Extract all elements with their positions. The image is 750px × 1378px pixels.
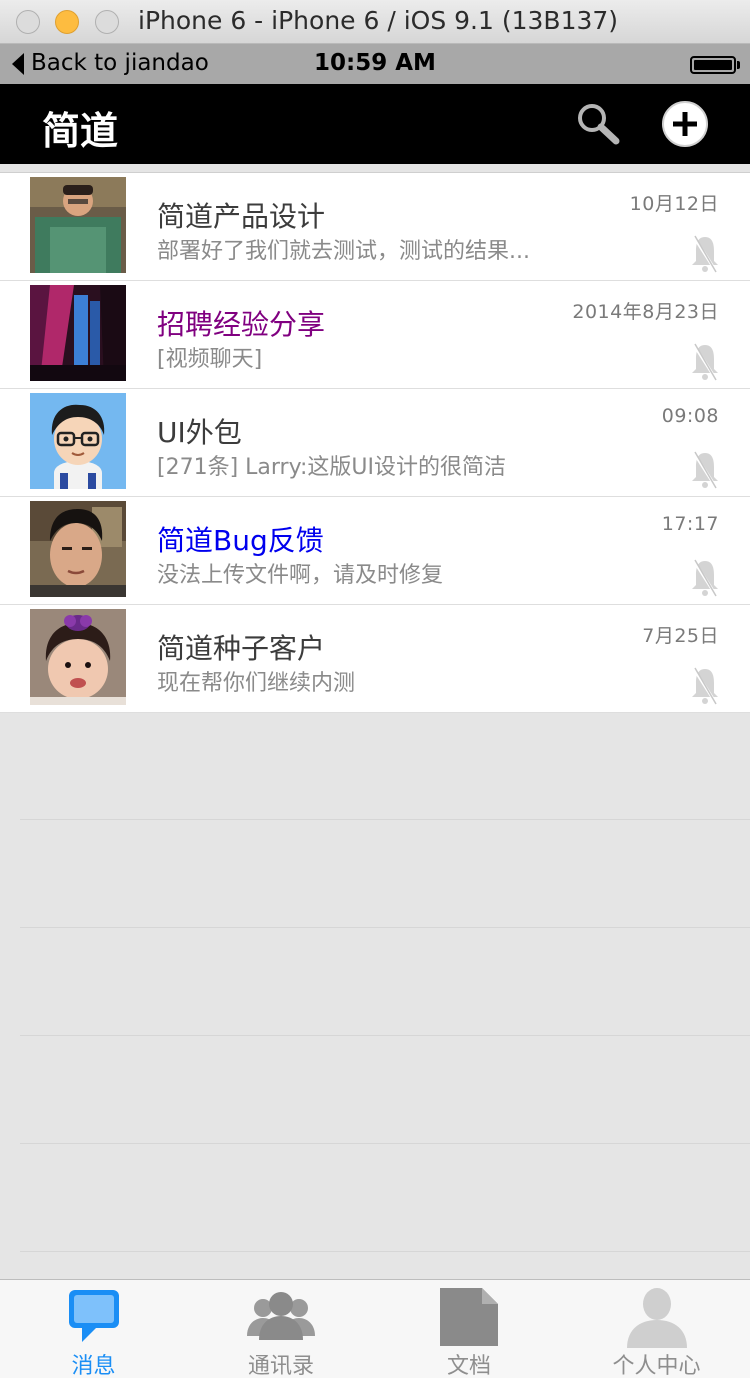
conversation-preview: [271条] Larry:这版UI设计的很简洁 xyxy=(157,455,507,480)
mute-bell-icon xyxy=(688,661,722,709)
empty-row-divider xyxy=(20,1035,750,1036)
document-icon xyxy=(375,1286,563,1348)
conversation-time: 10月12日 xyxy=(629,193,719,215)
empty-row-divider xyxy=(20,1251,750,1252)
page-title: 简道 xyxy=(42,109,119,153)
conversation-time: 09:08 xyxy=(661,405,719,427)
conversation-row[interactable]: 简道Bug反馈 没法上传文件啊，请及时修复 17:17 xyxy=(0,497,750,605)
status-bar: Back to jiandao 10:59 AM xyxy=(0,44,750,84)
conversation-row[interactable]: 简道种子客户 现在帮你们继续内测 7月25日 xyxy=(0,605,750,713)
tab-contacts[interactable]: 通讯录 xyxy=(187,1280,375,1378)
conversation-time: 17:17 xyxy=(661,513,719,535)
person-icon xyxy=(563,1286,750,1348)
conversation-preview: 没法上传文件啊，请及时修复 xyxy=(157,563,444,588)
battery-icon xyxy=(690,56,740,74)
empty-row-divider xyxy=(20,819,750,820)
mute-bell-icon xyxy=(688,337,722,385)
tab-label: 消息 xyxy=(71,1354,116,1378)
chat-bubble-icon xyxy=(0,1286,187,1348)
conversation-row[interactable]: UI外包 [271条] Larry:这版UI设计的很简洁 09:08 xyxy=(0,389,750,497)
conversation-row[interactable]: 招聘经验分享 [视频聊天] 2014年8月23日 xyxy=(0,281,750,389)
mute-bell-icon xyxy=(688,229,722,277)
avatar xyxy=(30,285,126,381)
add-conversation-button[interactable] xyxy=(661,100,709,148)
mute-bell-icon xyxy=(688,553,722,601)
mute-bell-icon xyxy=(688,445,722,493)
conversation-preview: 部署好了我们就去测试，测试的结果... xyxy=(157,239,530,264)
conversation-title: 简道产品设计 xyxy=(157,200,326,233)
tab-label: 通讯录 xyxy=(247,1354,314,1378)
conversation-list: 简道产品设计 部署好了我们就去测试，测试的结果... 10月12日 招聘经验分享… xyxy=(0,172,750,713)
tab-label: 文档 xyxy=(446,1354,491,1378)
avatar xyxy=(30,609,126,705)
conversation-row[interactable]: 简道产品设计 部署好了我们就去测试，测试的结果... 10月12日 xyxy=(0,173,750,281)
window-title: iPhone 6 - iPhone 6 / iOS 9.1 (13B137) xyxy=(138,6,619,35)
minimize-window-button[interactable] xyxy=(55,10,79,34)
simulator-title-bar: iPhone 6 - iPhone 6 / iOS 9.1 (13B137) xyxy=(0,0,750,44)
conversation-time: 7月25日 xyxy=(642,625,719,647)
conversation-time: 2014年8月23日 xyxy=(572,301,719,323)
nav-bar: 简道 xyxy=(0,84,750,164)
conversation-title: 简道种子客户 xyxy=(157,632,326,665)
empty-row-divider xyxy=(20,927,750,928)
conversation-title: 简道Bug反馈 xyxy=(157,524,324,557)
tab-documents[interactable]: 文档 xyxy=(375,1280,563,1378)
tab-messages[interactable]: 消息 xyxy=(0,1280,187,1378)
status-time: 10:59 AM xyxy=(314,50,436,76)
avatar xyxy=(30,501,126,597)
tab-label: 个人中心 xyxy=(612,1354,701,1378)
tab-profile[interactable]: 个人中心 xyxy=(563,1280,750,1378)
tab-bar: 消息 通讯录 文档 个人中心 xyxy=(0,1279,750,1378)
conversation-preview: [视频聊天] xyxy=(157,347,263,372)
conversation-preview: 现在帮你们继续内测 xyxy=(157,671,356,696)
zoom-window-button[interactable] xyxy=(95,10,119,34)
conversation-title: 招聘经验分享 xyxy=(157,308,326,341)
empty-row-divider xyxy=(20,1143,750,1144)
contacts-icon xyxy=(187,1286,375,1348)
close-window-button[interactable] xyxy=(16,10,40,34)
plus-circle-icon xyxy=(662,101,708,147)
avatar xyxy=(30,177,126,273)
conversation-title: UI外包 xyxy=(157,416,242,449)
search-icon[interactable] xyxy=(574,100,620,146)
avatar xyxy=(30,393,126,489)
